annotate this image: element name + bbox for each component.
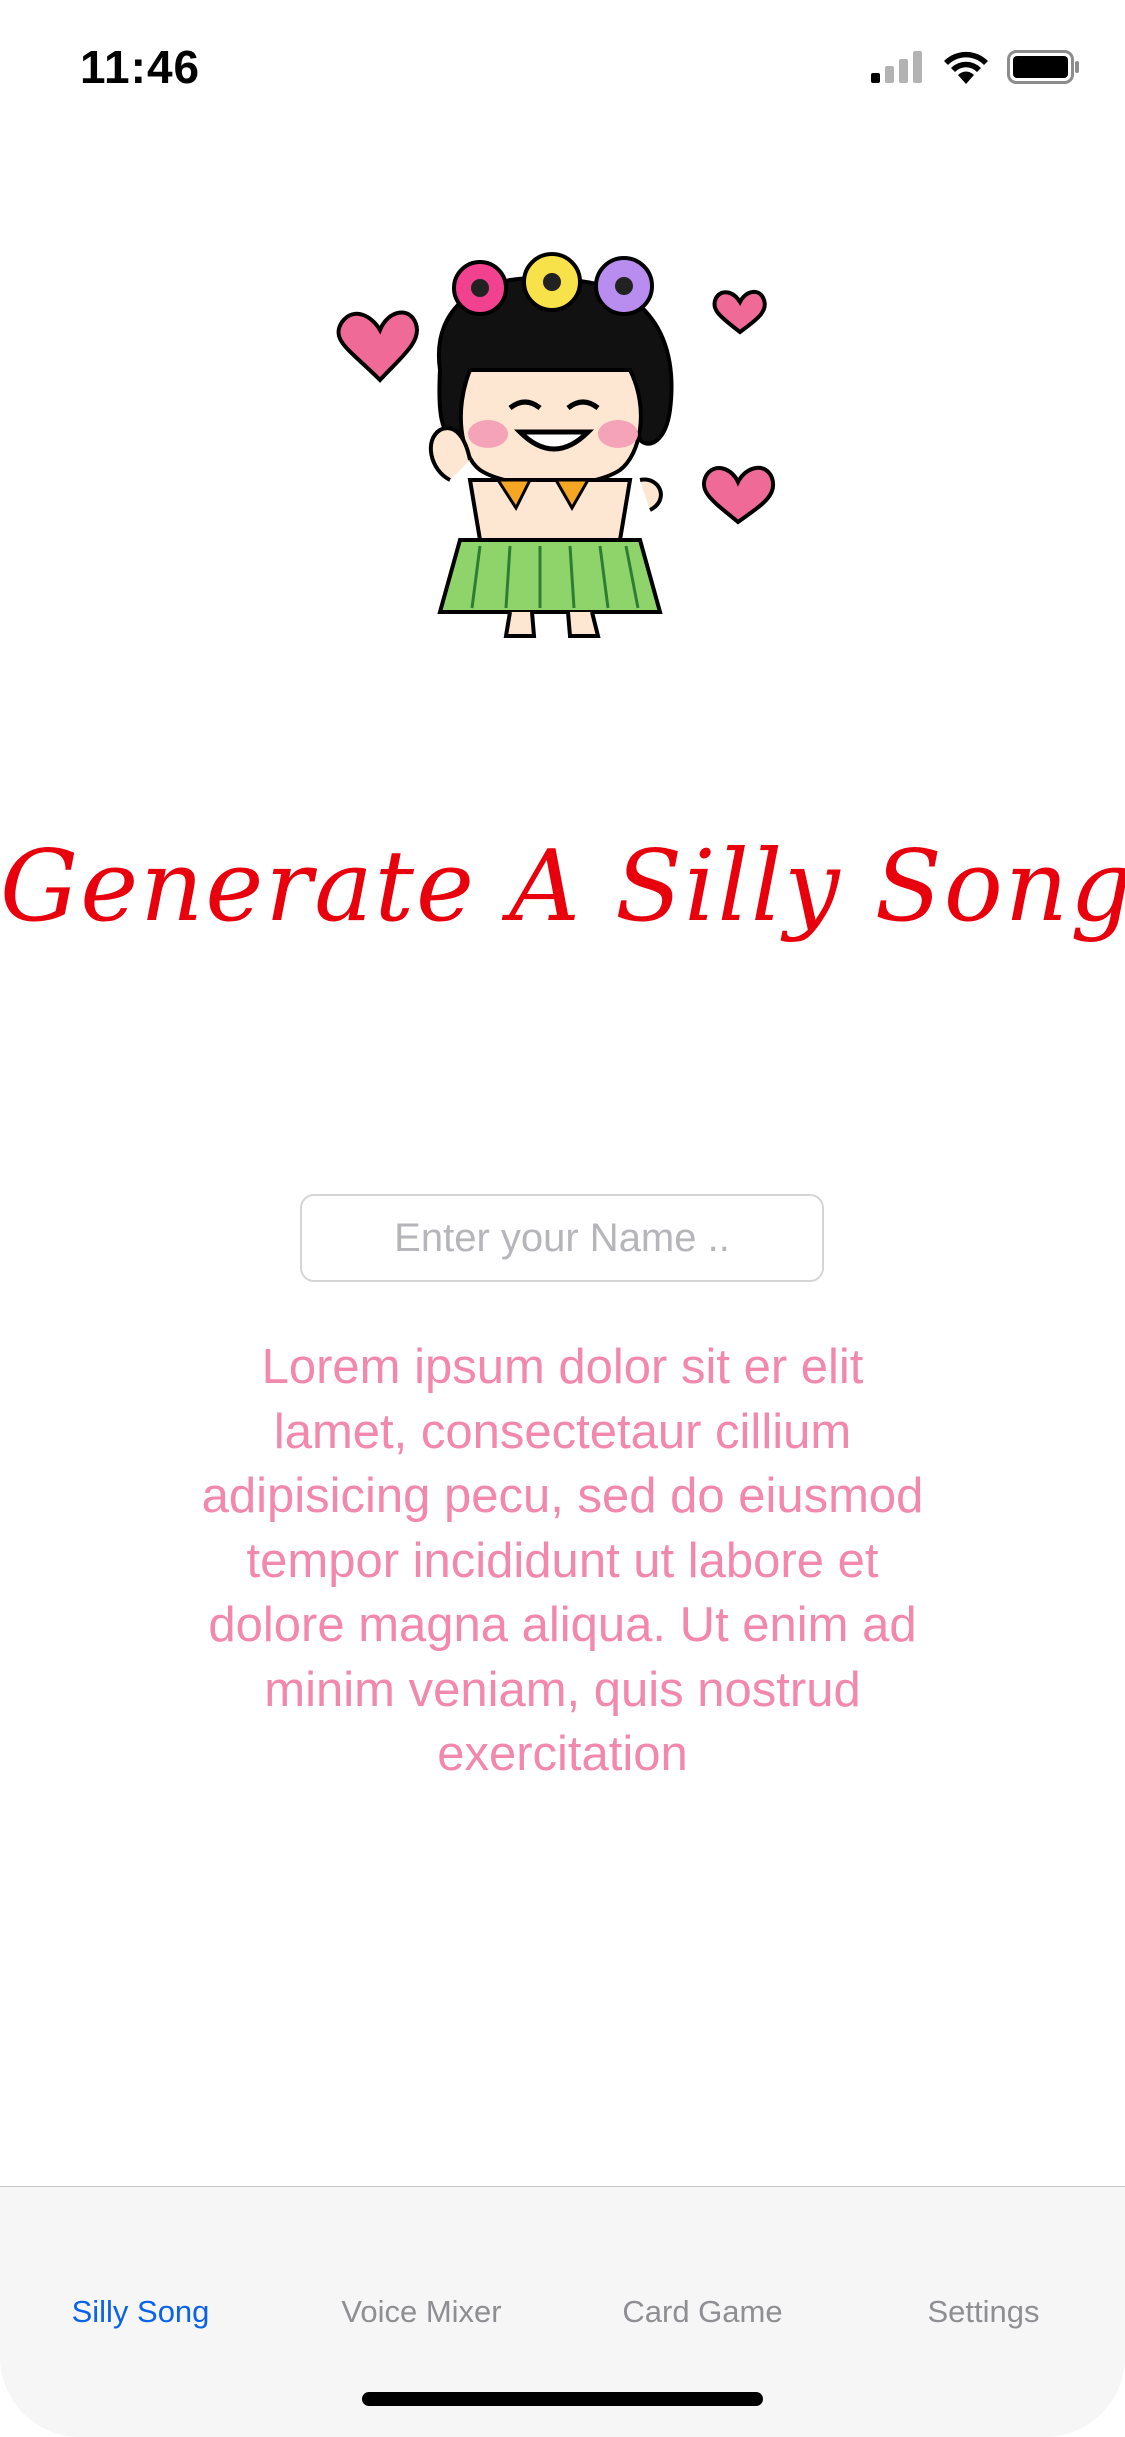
tab-card-game[interactable]: Card Game — [562, 2294, 843, 2330]
cellular-signal-icon — [871, 51, 922, 83]
wifi-icon — [944, 51, 988, 84]
status-bar: 11:46 — [0, 0, 1125, 132]
flower-yellow — [522, 252, 582, 312]
flower-purple — [594, 256, 654, 316]
tab-silly-song[interactable]: Silly Song — [0, 2294, 281, 2330]
heart-icon — [336, 310, 419, 383]
heart-icon — [702, 466, 776, 525]
song-text: Lorem ipsum dolor sit er elit lamet, con… — [201, 1340, 924, 1781]
page-title: Generate A Silly Song! — [0, 830, 1125, 944]
tab-settings[interactable]: Settings — [843, 2294, 1124, 2330]
flower-pink — [452, 260, 508, 316]
home-indicator[interactable] — [362, 2392, 763, 2406]
status-icons — [871, 50, 1081, 84]
name-input[interactable] — [300, 1194, 824, 1282]
battery-icon — [1007, 50, 1079, 84]
tab-voice-mixer[interactable]: Voice Mixer — [281, 2294, 562, 2330]
status-time: 11:46 — [80, 41, 201, 93]
hula-girl-illustration — [336, 252, 776, 638]
heart-icon — [712, 290, 767, 335]
